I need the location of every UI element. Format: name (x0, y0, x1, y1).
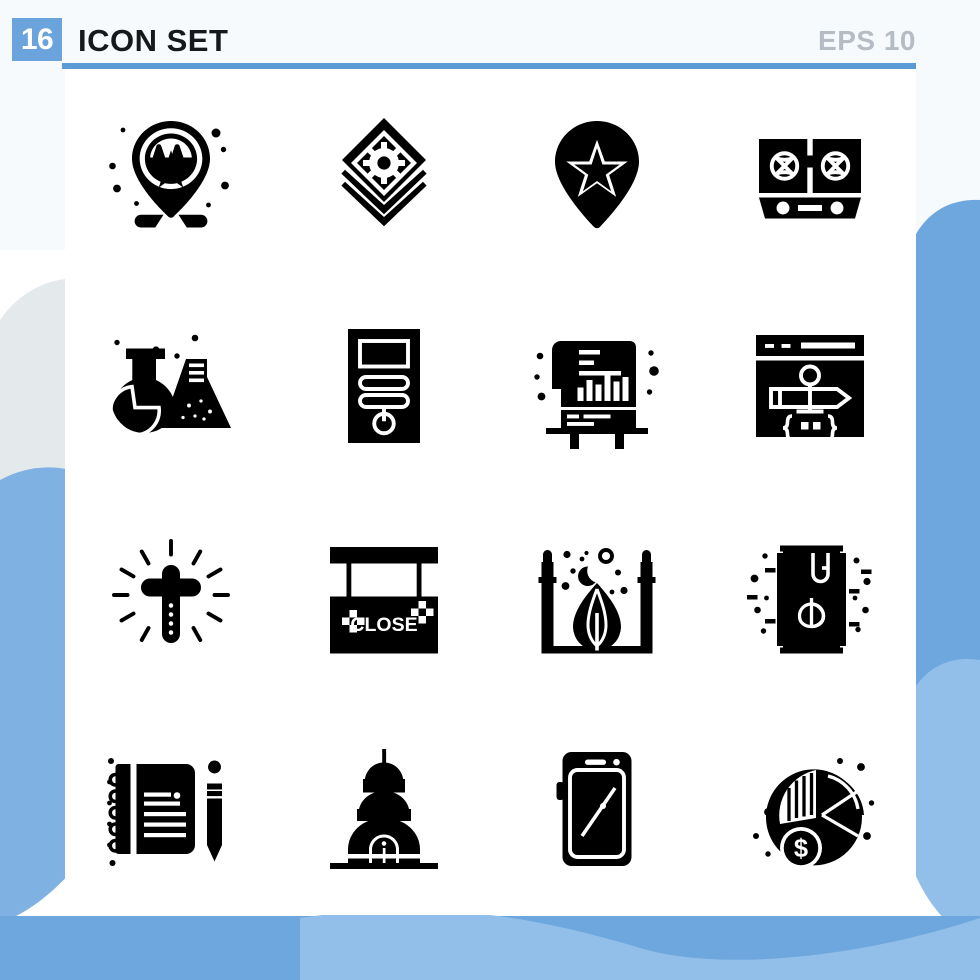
icon-cell-16[interactable]: $ (703, 704, 916, 916)
icon-cell-1[interactable] (65, 69, 278, 281)
icon-cell-14[interactable] (278, 704, 491, 916)
capitol-monument-icon[interactable] (309, 734, 459, 884)
header-divider (62, 63, 916, 69)
map-pin-star-badge-icon[interactable] (96, 100, 246, 250)
pie-chart-dollar-icon[interactable]: $ (735, 734, 885, 884)
map-pin-star-icon[interactable] (522, 100, 672, 250)
gas-stove-icon[interactable] (735, 100, 885, 250)
icon-cell-13[interactable] (65, 704, 278, 916)
smartphone-icon[interactable] (522, 734, 672, 884)
eps-version-label: EPS 10 (818, 25, 916, 56)
mosque-icon[interactable] (522, 523, 672, 673)
icon-cell-2[interactable] (278, 69, 491, 281)
biofuel-barrel-leaf-icon[interactable] (735, 523, 885, 673)
icon-cell-9[interactable] (65, 492, 278, 704)
web-design-browser-icon[interactable] (735, 311, 885, 461)
presentation-chart-icon[interactable] (522, 311, 672, 461)
icon-cell-4[interactable] (703, 69, 916, 281)
close-sign-icon[interactable]: CLOSE (309, 523, 459, 673)
icon-cell-3[interactable] (491, 69, 704, 281)
icon-cell-12[interactable] (703, 492, 916, 704)
header-bar: 16 ICON SET EPS 10 (0, 0, 980, 70)
icon-cell-15[interactable] (491, 704, 704, 916)
close-sign-text: CLOSE (351, 614, 418, 636)
layers-gear-icon[interactable] (309, 100, 459, 250)
lab-flasks-icon[interactable] (96, 311, 246, 461)
svg-text:$: $ (794, 835, 808, 863)
icon-count-badge: 16 (12, 18, 62, 61)
icon-cell-11[interactable] (491, 492, 704, 704)
icon-cell-7[interactable] (491, 281, 704, 493)
icon-cell-8[interactable] (703, 281, 916, 493)
icon-grid: CLOSE $ (65, 69, 916, 915)
icon-panel: CLOSE $ (65, 69, 916, 915)
icon-cell-5[interactable] (65, 281, 278, 493)
computer-tower-icon[interactable] (309, 311, 459, 461)
glowing-cross-icon[interactable] (96, 523, 246, 673)
icon-cell-6[interactable] (278, 281, 491, 493)
notebook-pencil-icon[interactable] (96, 734, 246, 884)
page-title: ICON SET (78, 23, 229, 58)
icon-cell-10[interactable]: CLOSE (278, 492, 491, 704)
